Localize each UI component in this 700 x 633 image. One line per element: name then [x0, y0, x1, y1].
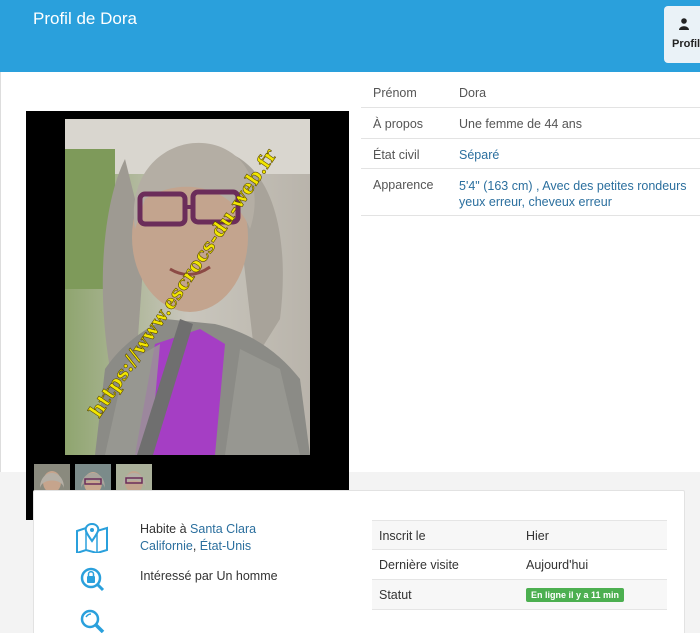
appearance-line-1[interactable]: 5'4" (163 cm) , Avec des petites rondeur…	[459, 179, 687, 193]
info-label: Apparence	[373, 178, 434, 192]
activity-stats-table: Inscrit le Hier Dernière visite Aujourd'…	[372, 520, 667, 610]
stat-label: Inscrit le	[379, 529, 426, 543]
stat-label: Dernière visite	[379, 558, 459, 572]
interest-value: Un homme	[216, 569, 278, 583]
interest-prefix: Intéressé par	[140, 569, 213, 583]
profile-details-card: Habite à Santa Clara Californie, État-Un…	[33, 490, 685, 633]
info-label: À propos	[373, 117, 424, 131]
profile-header: Profil de Dora Profil	[0, 0, 700, 72]
info-label: État civil	[373, 148, 420, 162]
location-text: Habite à Santa Clara Californie, État-Un…	[140, 522, 257, 553]
marital-status-link[interactable]: Séparé	[459, 148, 499, 162]
info-row-appearance: Apparence 5'4" (163 cm) , Avec des petit…	[361, 169, 700, 216]
info-row-marital-status: État civil Séparé	[361, 139, 700, 169]
info-value: Dora	[459, 86, 487, 100]
appearance-line-2[interactable]: yeux erreur, cheveux erreur	[459, 195, 612, 209]
page-title: Profil de Dora	[33, 9, 137, 28]
map-pin-icon	[76, 523, 108, 553]
interest-text: Intéressé par Un homme	[140, 568, 278, 585]
lives-prefix: Habite à	[140, 522, 187, 536]
stat-row-status: Statut En ligne il y a 11 min	[372, 580, 667, 610]
appearance-value[interactable]: 5'4" (163 cm) , Avec des petites rondeur…	[459, 178, 694, 210]
tab-profile-label: Profil	[672, 38, 700, 50]
lock-search-icon	[80, 567, 105, 592]
stat-value: Aujourd'hui	[526, 558, 589, 572]
tab-profile[interactable]: Profil	[664, 6, 700, 63]
info-label: Prénom	[373, 86, 417, 100]
profile-main-card: https://www.escrocs-du-web.fr Prénom Dor…	[0, 72, 700, 520]
country-link[interactable]: État-Unis	[200, 539, 251, 553]
profile-info-table: Prénom Dora À propos Une femme de 44 ans…	[361, 78, 700, 216]
info-row-firstname: Prénom Dora	[361, 78, 700, 108]
online-status-badge: En ligne il y a 11 min	[526, 588, 625, 602]
stat-label: Statut	[379, 588, 412, 602]
search-icon	[80, 609, 105, 633]
city-link[interactable]: Santa Clara	[190, 522, 256, 536]
state-link[interactable]: Californie	[140, 539, 193, 553]
stat-row-registered: Inscrit le Hier	[372, 520, 667, 550]
photo-gallery: https://www.escrocs-du-web.fr	[26, 111, 349, 520]
stat-value: Hier	[526, 529, 549, 543]
info-row-about: À propos Une femme de 44 ans	[361, 108, 700, 139]
info-value: Une femme de 44 ans	[459, 117, 582, 131]
main-photo[interactable]: https://www.escrocs-du-web.fr	[65, 119, 310, 455]
user-icon	[679, 18, 689, 30]
stat-row-last-visit: Dernière visite Aujourd'hui	[372, 550, 667, 580]
